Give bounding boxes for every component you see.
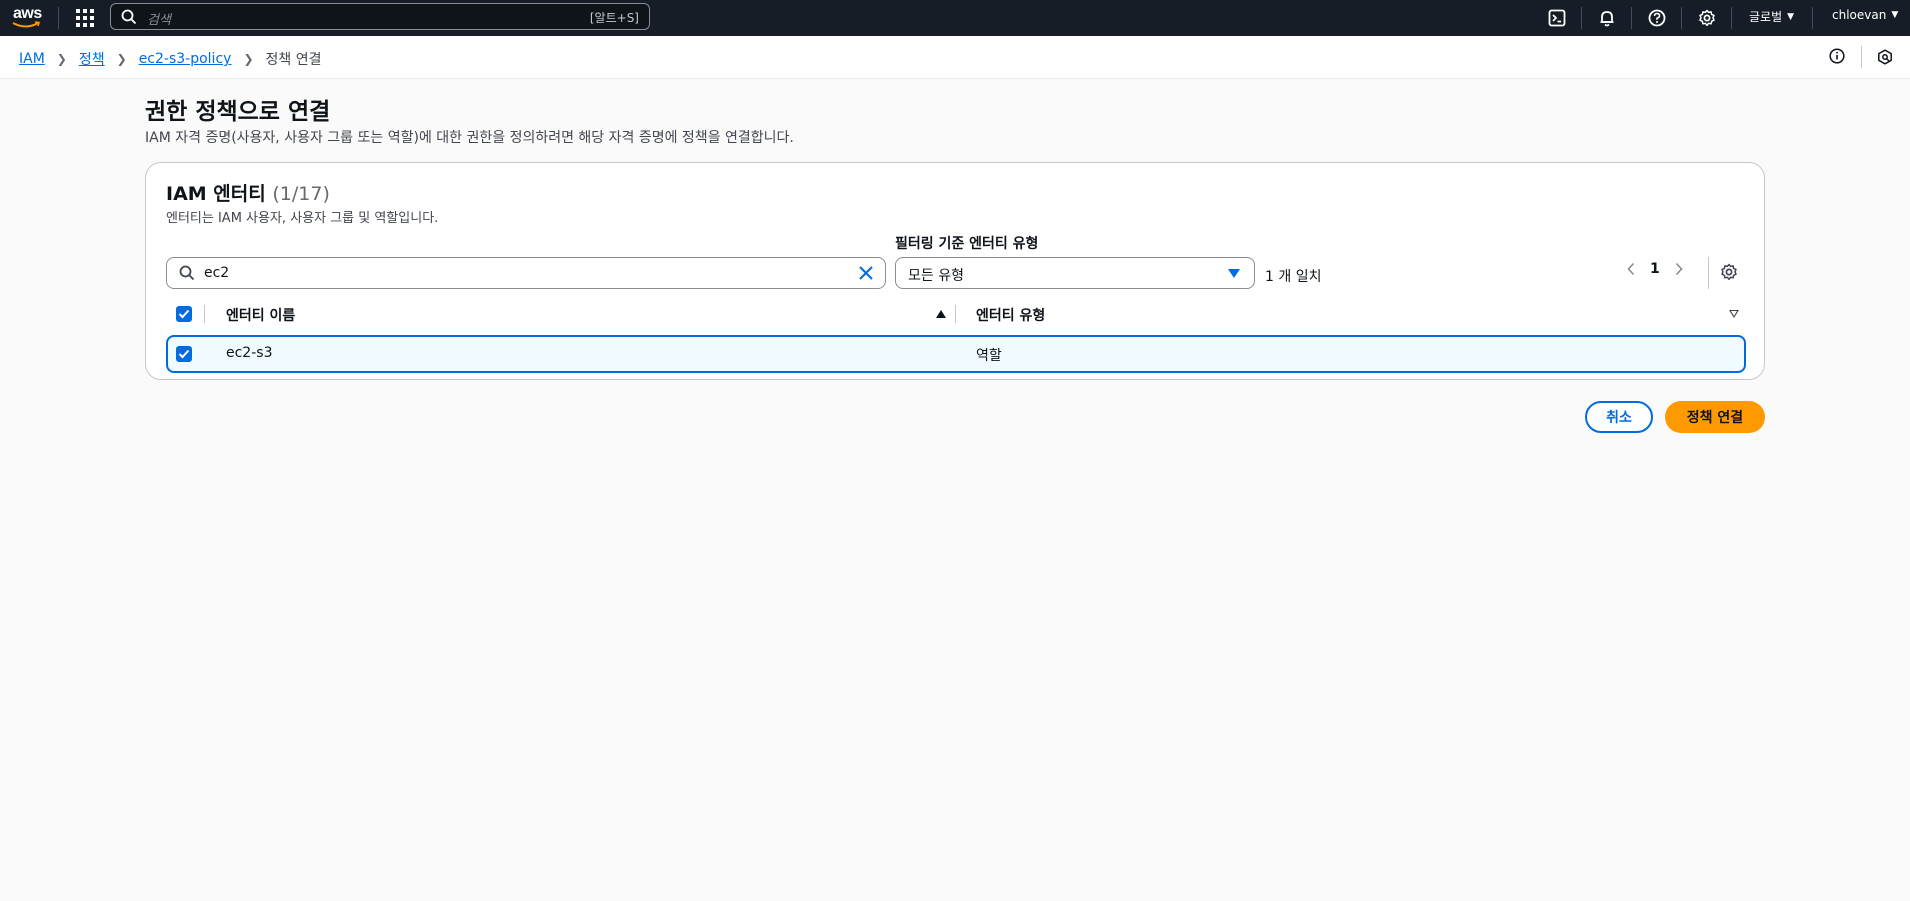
chevron-right-icon: ❯ (116, 52, 127, 66)
match-count: 1 개 일치 (1265, 269, 1322, 285)
services-grid-icon[interactable] (73, 6, 97, 30)
top-navigation: aws 검색 [알트+S] 글로벌 ▼ chloevan ▼ (0, 0, 1910, 36)
panel-title-text: IAM 엔터티 (166, 183, 266, 205)
user-label: chloevan (1832, 8, 1887, 22)
sort-descending-icon[interactable] (1729, 310, 1739, 318)
nav-divider (58, 7, 59, 29)
pagination: 1 (1626, 261, 1684, 277)
chevron-right-icon: ❯ (56, 52, 67, 66)
column-divider (955, 305, 956, 323)
iam-entities-panel: IAM 엔터티 (1/17) 엔터티는 IAM 사용자, 사용자 그룹 및 역할… (145, 162, 1765, 380)
divider (1861, 46, 1862, 68)
panel-title: IAM 엔터티 (1/17) (166, 179, 330, 206)
entity-search-input[interactable]: ec2 (166, 257, 886, 289)
nav-divider (1681, 7, 1682, 29)
breadcrumb-iam[interactable]: IAM (19, 51, 45, 67)
nav-divider (1631, 7, 1632, 29)
nav-divider (1581, 7, 1582, 29)
column-header-name[interactable]: 엔터티 이름 (226, 305, 295, 325)
table-settings-icon[interactable] (1720, 263, 1738, 281)
chevron-left-icon[interactable] (1626, 262, 1636, 276)
entity-type: 역할 (976, 348, 1002, 364)
search-placeholder: 검색 (147, 13, 171, 28)
search-icon (179, 265, 195, 281)
aws-logo[interactable]: aws (12, 5, 44, 31)
help-icon[interactable] (1646, 7, 1668, 29)
page-description: IAM 자격 증명(사용자, 사용자 그룹 또는 역할)에 대한 권한을 정의하… (145, 130, 794, 146)
search-icon (121, 9, 137, 25)
select-all-checkbox[interactable] (176, 306, 192, 322)
cancel-button[interactable]: 취소 (1585, 401, 1653, 433)
clear-icon[interactable] (857, 264, 875, 282)
breadcrumb-policies[interactable]: 정책 (79, 49, 105, 69)
page-number[interactable]: 1 (1650, 261, 1660, 277)
bell-icon[interactable] (1596, 7, 1618, 29)
caret-down-icon (1228, 269, 1240, 278)
search-shortcut: [알트+S] (589, 11, 639, 25)
sort-ascending-icon[interactable] (936, 310, 946, 318)
panel-description: 엔터티는 IAM 사용자, 사용자 그룹 및 역할입니다. (166, 211, 439, 226)
attach-policy-button[interactable]: 정책 연결 (1665, 401, 1765, 433)
table-header: 엔터티 이름 엔터티 유형 (166, 298, 1746, 330)
region-selector[interactable]: 글로벌 ▼ (1749, 8, 1794, 25)
info-icon[interactable] (1829, 48, 1845, 64)
search-value: ec2 (204, 265, 230, 281)
global-search-input[interactable]: 검색 [알트+S] (110, 3, 650, 30)
entity-name: ec2-s3 (226, 345, 273, 361)
nav-divider (1731, 7, 1732, 29)
user-menu[interactable]: chloevan ▼ (1832, 8, 1898, 22)
breadcrumb-current: 정책 연결 (265, 52, 322, 68)
breadcrumb-bar: IAM ❯ 정책 ❯ ec2-s3-policy ❯ 정책 연결 (0, 36, 1910, 79)
aws-smile-icon (12, 21, 41, 28)
cloudshell-icon[interactable] (1546, 7, 1568, 29)
row-checkbox[interactable] (176, 346, 192, 362)
filter-label: 필터링 기준 엔터티 유형 (895, 236, 1039, 252)
region-label: 글로벌 (1749, 10, 1783, 24)
caret-down-icon: ▼ (1787, 11, 1795, 22)
entity-type-select[interactable]: 모든 유형 (895, 257, 1255, 289)
chevron-right-icon[interactable] (1674, 262, 1684, 276)
column-divider (204, 305, 205, 323)
column-header-type[interactable]: 엔터티 유형 (976, 305, 1045, 325)
nav-divider (1812, 7, 1813, 29)
divider (1708, 257, 1709, 289)
feedback-icon[interactable] (1877, 49, 1893, 65)
breadcrumb: IAM ❯ 정책 ❯ ec2-s3-policy ❯ 정책 연결 (19, 49, 321, 69)
selection-count: (1/17) (272, 183, 330, 205)
table-row[interactable]: ec2-s3 역할 (166, 335, 1746, 373)
page-title: 권한 정책으로 연결 (145, 99, 331, 125)
breadcrumb-policy[interactable]: ec2-s3-policy (139, 51, 232, 67)
gear-icon[interactable] (1696, 7, 1718, 29)
chevron-right-icon: ❯ (243, 52, 254, 66)
caret-down-icon: ▼ (1891, 10, 1899, 20)
filter-value: 모든 유형 (908, 268, 964, 284)
